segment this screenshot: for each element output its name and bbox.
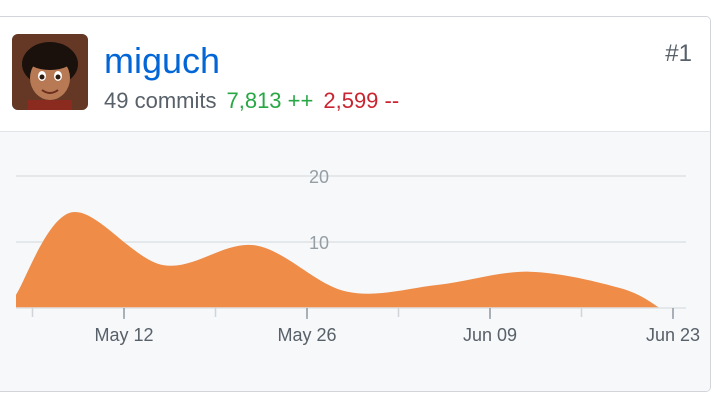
y-tick-label: 10 [309,233,329,253]
x-tick-label: May 26 [277,325,336,345]
username-link[interactable]: miguch [104,39,220,83]
contribution-stats: 49 commits 7,813 ++ 2,599 -- [104,87,399,115]
avatar-image [12,34,88,110]
additions-count: 7,813 ++ [226,88,314,113]
contribution-chart-svg: 10 20 May 12 May 26 Jun 09 Jun 23 [16,167,700,345]
commit-count[interactable]: 49 commits [104,88,216,113]
x-tick-label: Jun 23 [646,325,700,345]
deletions-count: 2,599 -- [323,88,400,113]
y-tick-label: 20 [309,167,329,187]
contribution-chart: 10 20 May 12 May 26 Jun 09 Jun 23 [0,132,710,391]
x-tick-label: Jun 09 [463,325,517,345]
x-tick-label: May 12 [94,325,153,345]
contributor-card: miguch 49 commits 7,813 ++ 2,599 -- #1 10 2… [0,16,711,392]
avatar[interactable] [12,34,88,110]
commits-area-series [16,211,660,308]
contributor-header: miguch 49 commits 7,813 ++ 2,599 -- #1 [0,17,710,132]
contributor-rank: #1 [665,40,692,67]
